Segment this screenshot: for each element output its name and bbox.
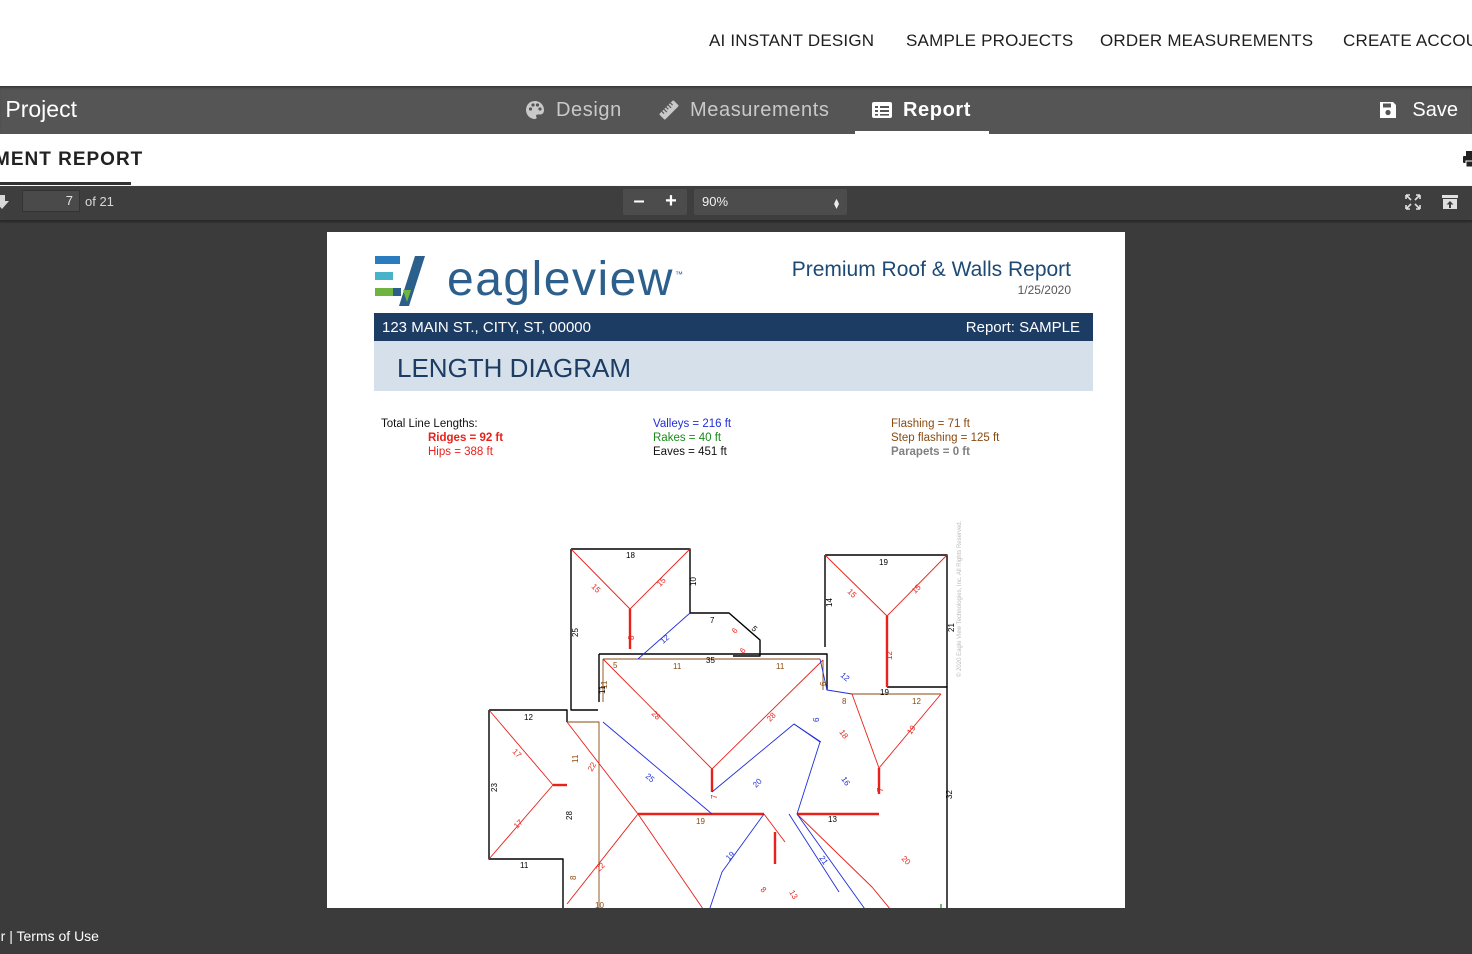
svg-text:19: 19 — [880, 688, 889, 697]
svg-text:17: 17 — [511, 747, 524, 760]
hip-lines — [488, 548, 948, 932]
svg-text:23: 23 — [490, 783, 499, 792]
svg-text:12: 12 — [885, 651, 894, 660]
svg-text:11: 11 — [520, 861, 529, 870]
zoom-buttons: – + — [623, 189, 687, 215]
svg-text:20: 20 — [751, 776, 764, 789]
top-nav: AI INSTANT DESIGN SAMPLE PROJECTS ORDER … — [0, 0, 1472, 86]
svg-text:18: 18 — [837, 728, 850, 741]
project-bar: Sample Project Design Measurements — [0, 86, 1472, 134]
project-title: Sample Project — [0, 96, 77, 122]
svg-text:15: 15 — [910, 582, 923, 595]
tab-design[interactable]: Design — [524, 86, 622, 134]
svg-text:12: 12 — [659, 633, 672, 646]
list-icon — [872, 102, 892, 118]
zoom-value: 90% — [702, 194, 729, 209]
zoom-in-button[interactable]: + — [655, 189, 687, 215]
svg-text:6: 6 — [819, 681, 828, 686]
print-icon[interactable] — [1462, 150, 1472, 168]
svg-text:13: 13 — [828, 815, 837, 824]
fullscreen-icon[interactable] — [1404, 193, 1422, 211]
svg-text:6: 6 — [812, 717, 821, 722]
svg-text:5: 5 — [613, 661, 618, 670]
svg-text:7: 7 — [710, 794, 719, 799]
tab-measurements[interactable]: Measurements — [658, 86, 829, 134]
svg-text:8: 8 — [759, 885, 769, 895]
svg-text:21: 21 — [947, 623, 956, 632]
tab-report[interactable]: Report — [854, 86, 990, 134]
tab-report-label: Report — [903, 98, 972, 121]
svg-text:15: 15 — [590, 582, 603, 595]
tab-measurements-label: Measurements — [690, 98, 830, 121]
page-number-input[interactable]: 7 — [22, 190, 80, 212]
svg-text:8: 8 — [627, 635, 636, 640]
pdf-page: eagleview ™ Premium Roof & Walls Report … — [327, 232, 1125, 932]
eave-lines — [488, 548, 948, 932]
svg-text:16: 16 — [839, 775, 852, 788]
save-button[interactable]: Save — [1378, 86, 1458, 134]
svg-text:28: 28 — [765, 710, 778, 723]
copyright-notice: © 2020 Eagle View Technologies, Inc. All… — [957, 520, 963, 677]
svg-text:28: 28 — [565, 811, 574, 820]
open-file-icon[interactable] — [1441, 193, 1459, 211]
svg-text:13: 13 — [787, 889, 800, 902]
roof-length-diagram: 18 19 7 35 12 11 19 13 11 11 12 8 5 19 1… — [488, 548, 956, 932]
svg-text:6: 6 — [730, 626, 740, 636]
svg-text:7: 7 — [710, 616, 715, 625]
svg-text:11: 11 — [673, 662, 682, 671]
palette-icon — [526, 101, 544, 119]
tab-measurement-report[interactable]: MEASUREMENT REPORT — [0, 149, 143, 171]
nav-ai-instant-design[interactable]: AI INSTANT DESIGN — [709, 31, 874, 51]
ridge-lines — [553, 609, 889, 864]
save-label: Save — [1412, 98, 1458, 121]
select-arrow-down-icon: ▾ — [833, 201, 839, 212]
svg-text:25: 25 — [644, 772, 657, 785]
svg-text:20: 20 — [900, 854, 913, 867]
tab-design-label: Design — [556, 98, 622, 121]
floppy-disk-icon — [1380, 102, 1397, 118]
svg-text:8: 8 — [842, 697, 847, 706]
svg-text:21: 21 — [817, 854, 830, 867]
svg-text:15: 15 — [655, 575, 668, 588]
svg-text:7: 7 — [876, 787, 885, 792]
svg-text:12: 12 — [839, 671, 852, 684]
svg-text:22: 22 — [594, 860, 607, 873]
svg-text:10: 10 — [689, 577, 698, 586]
length-labels: 18 19 7 35 12 11 19 13 11 11 12 8 5 19 1… — [490, 551, 956, 910]
next-page-icon[interactable] — [0, 194, 10, 210]
svg-text:11: 11 — [571, 754, 580, 763]
flashing-lines — [567, 658, 941, 932]
app-window: AI INSTANT DESIGN SAMPLE PROJECTS ORDER … — [0, 0, 1472, 954]
svg-text:35: 35 — [706, 656, 715, 665]
svg-text:19: 19 — [879, 558, 888, 567]
page-count: of 21 — [85, 194, 114, 209]
svg-text:14: 14 — [825, 598, 834, 607]
svg-text:22: 22 — [586, 760, 599, 773]
active-tab-underline — [0, 182, 131, 185]
svg-text:19: 19 — [724, 849, 737, 862]
svg-text:8: 8 — [569, 875, 578, 880]
nav-order-measurements[interactable]: ORDER MEASUREMENTS — [1100, 31, 1313, 51]
svg-text:32: 32 — [945, 790, 954, 799]
svg-text:12: 12 — [524, 713, 533, 722]
svg-text:18: 18 — [626, 551, 635, 560]
pdf-toolbar: 7 of 21 – + 90% ▴ ▾ — [0, 186, 1472, 221]
nav-create-account[interactable]: CREATE ACCOUNT — [1343, 31, 1472, 51]
svg-text:15: 15 — [846, 587, 859, 600]
zoom-select[interactable]: 90% ▴ ▾ — [694, 189, 847, 215]
zoom-out-button[interactable]: – — [623, 189, 655, 215]
svg-text:19: 19 — [696, 817, 705, 826]
svg-text:11: 11 — [598, 685, 607, 694]
svg-text:11: 11 — [776, 662, 785, 671]
svg-text:28: 28 — [650, 709, 663, 722]
svg-text:25: 25 — [571, 628, 580, 637]
footer-bar: Disclaimer | Terms of Use — [0, 908, 1472, 954]
footer-links[interactable]: Disclaimer | Terms of Use — [0, 928, 99, 944]
report-tab-bar: MEASUREMENT REPORT — [0, 134, 1472, 186]
ruler-icon — [659, 100, 679, 120]
svg-text:12: 12 — [912, 697, 921, 706]
nav-sample-projects[interactable]: SAMPLE PROJECTS — [906, 31, 1073, 51]
